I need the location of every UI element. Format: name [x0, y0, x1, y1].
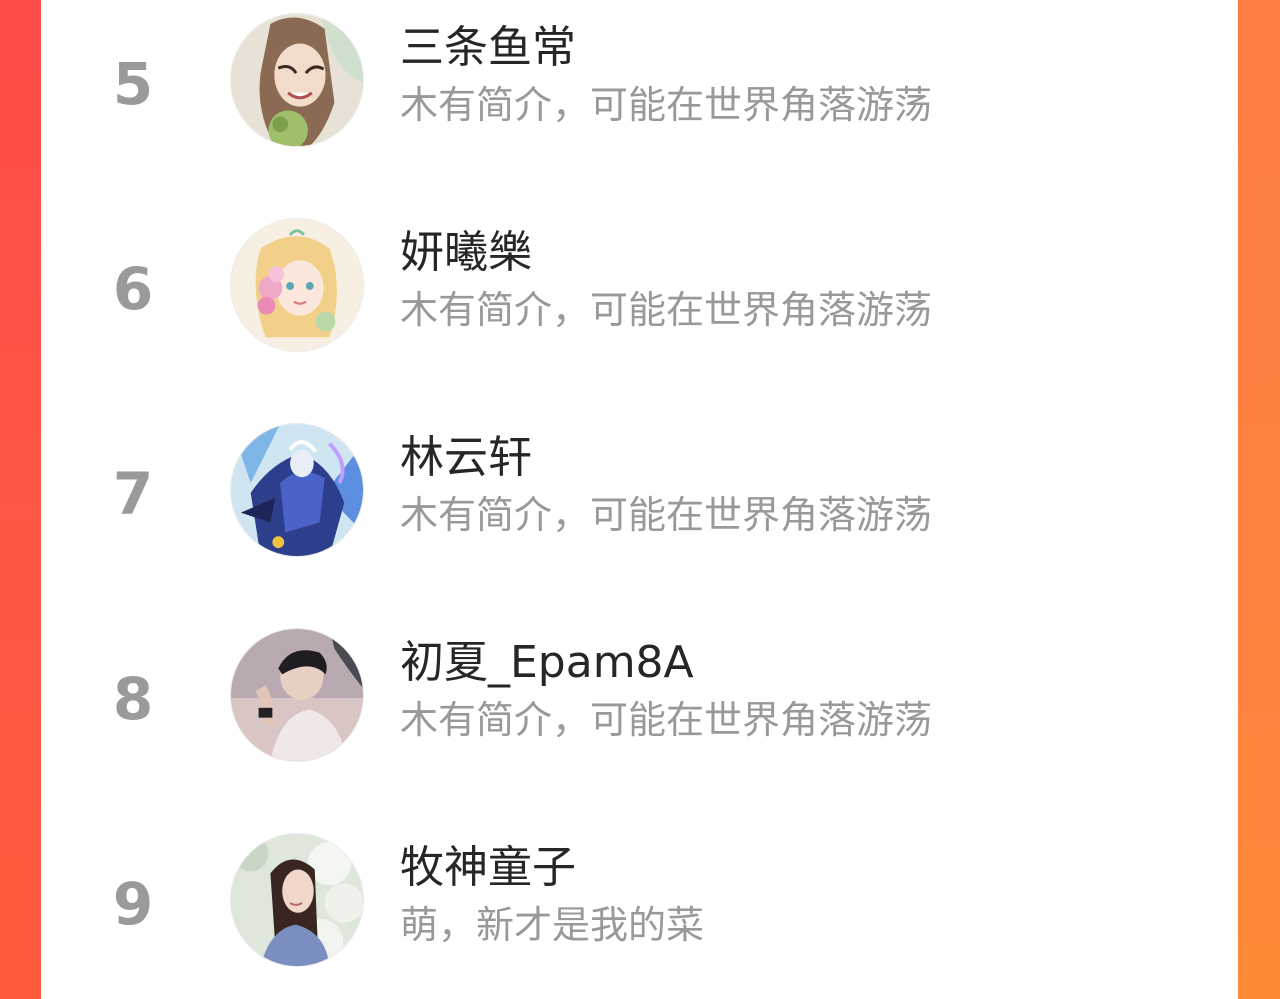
ranking-list: 5 三条鱼常 木有简介，可能在世界角落游荡 6 妍曦樂 木有简介，可能在世界角落… — [41, 0, 1238, 999]
user-name[interactable]: 三条鱼常 — [400, 26, 576, 70]
ranking-row[interactable]: 8 初夏_Epam8A 木有简介，可能在世界角落游荡 — [41, 615, 1238, 820]
anime-girl-avatar-icon[interactable] — [230, 13, 364, 147]
ranking-row[interactable]: 6 妍曦樂 木有简介，可能在世界角落游荡 — [41, 205, 1238, 410]
user-name[interactable]: 初夏_Epam8A — [400, 641, 694, 685]
right-gradient-border — [1238, 0, 1280, 999]
ranking-row[interactable]: 5 三条鱼常 木有简介，可能在世界角落游荡 — [41, 0, 1238, 205]
ranking-row[interactable]: 7 林云轩 木有简介，可能在世界角落游荡 — [41, 410, 1238, 615]
rank-number: 5 — [112, 50, 154, 118]
rank-number: 8 — [112, 665, 154, 733]
left-gradient-border — [0, 0, 41, 999]
rank-number: 9 — [112, 870, 154, 938]
user-bio: 木有简介，可能在世界角落游荡 — [400, 698, 933, 742]
user-bio: 木有简介，可能在世界角落游荡 — [400, 83, 933, 127]
fantasy-warrior-avatar-icon[interactable] — [230, 423, 364, 557]
user-bio: 木有简介，可能在世界角落游荡 — [400, 288, 933, 332]
flower-girl-avatar-icon[interactable] — [230, 218, 364, 352]
user-name[interactable]: 妍曦樂 — [400, 231, 532, 275]
user-bio: 萌，新才是我的菜 — [400, 903, 705, 947]
ranking-row[interactable]: 9 牧神童子 萌，新才是我的菜 — [41, 820, 1238, 999]
rank-number: 6 — [112, 255, 154, 323]
user-name[interactable]: 牧神童子 — [400, 846, 576, 890]
user-bio: 木有简介，可能在世界角落游荡 — [400, 493, 933, 537]
man-portrait-avatar-icon[interactable] — [230, 628, 364, 762]
user-name[interactable]: 林云轩 — [400, 436, 532, 480]
woman-portrait-avatar-icon[interactable] — [230, 833, 364, 967]
rank-number: 7 — [112, 460, 154, 528]
